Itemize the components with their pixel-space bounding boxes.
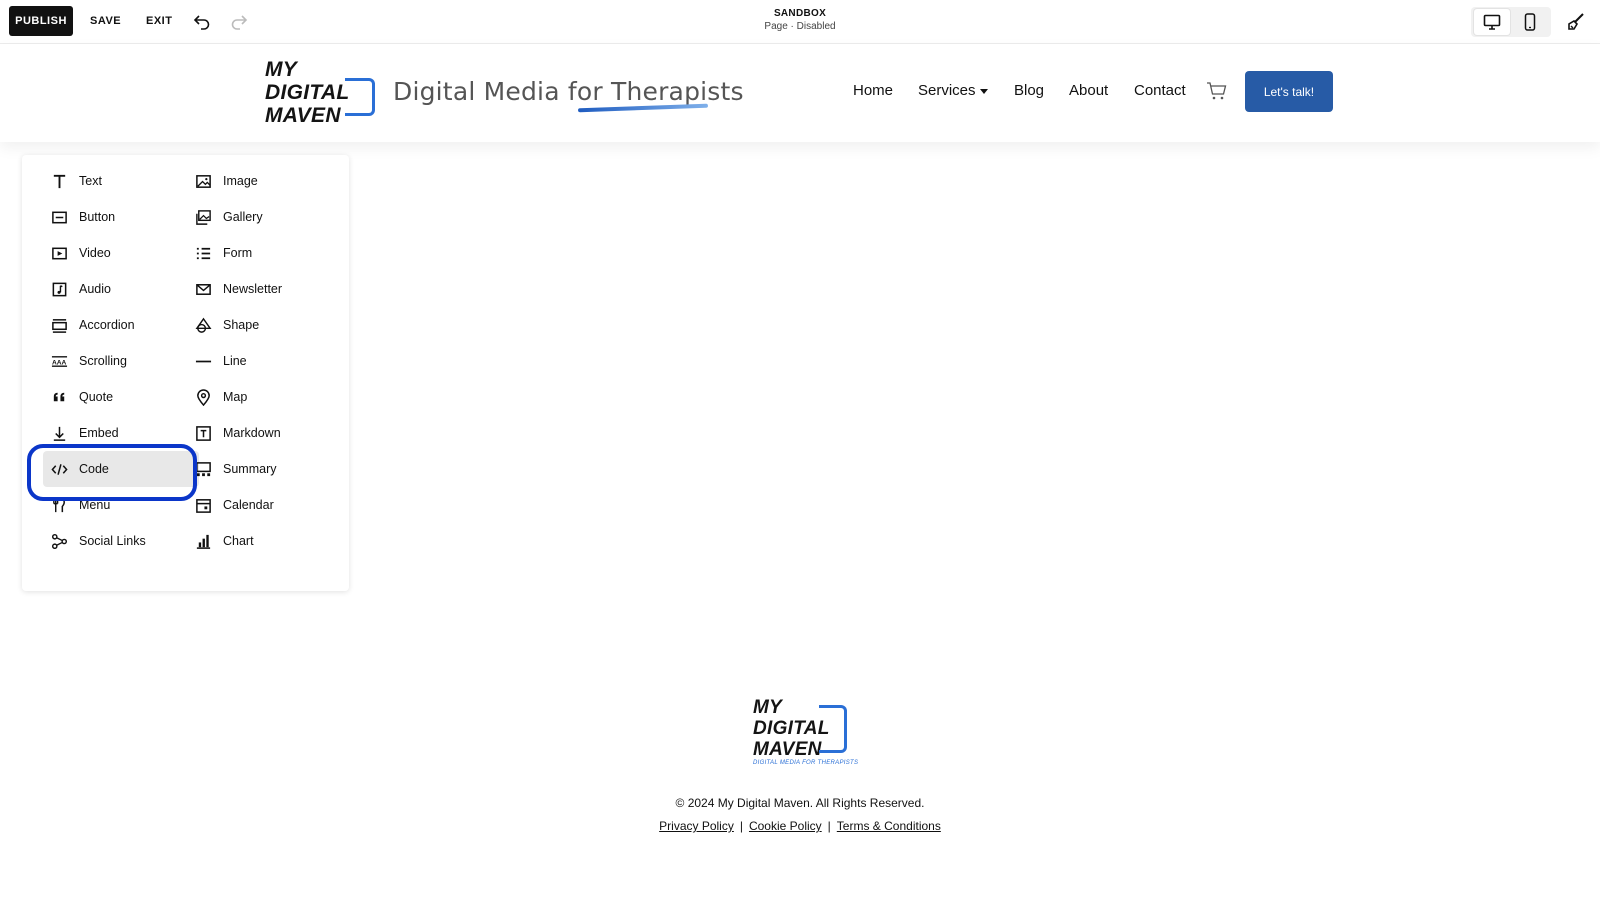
gallery-icon [193, 207, 213, 227]
block-form[interactable]: Form [193, 235, 343, 271]
block-audio[interactable]: Audio [49, 271, 199, 307]
social-links-icon [49, 531, 69, 551]
nav-services[interactable]: Services [918, 82, 988, 99]
block-label: Quote [79, 390, 114, 404]
caret-down-icon [979, 88, 988, 94]
block-label: Chart [223, 534, 254, 548]
footer-logo[interactable]: MY DIGITAL MAVEN DIGITAL MEDIA FOR THERA… [753, 697, 858, 769]
block-label: Summary [223, 462, 277, 476]
site-name: SANDBOX [773, 8, 827, 19]
block-image[interactable]: Image [193, 163, 343, 199]
footer-separator: | [739, 819, 743, 833]
footer-logo-subtitle: DIGITAL MEDIA FOR THERAPISTS [753, 760, 859, 766]
block-chart[interactable]: Chart [193, 523, 343, 559]
form-icon [193, 243, 213, 263]
cart-icon[interactable] [1206, 81, 1228, 101]
block-map[interactable]: Map [193, 379, 343, 415]
button-icon [49, 207, 69, 227]
map-icon [193, 387, 213, 407]
block-label: Accordion [79, 318, 135, 332]
nav-services-label: Services [918, 82, 976, 99]
block-shape[interactable]: Shape [193, 307, 343, 343]
block-calendar[interactable]: Calendar [193, 487, 343, 523]
block-video[interactable]: Video [49, 235, 199, 271]
add-block-menu: Text Button Video Audio Accordion AAA Sc… [22, 155, 349, 591]
footer-separator: | [827, 819, 831, 833]
block-button[interactable]: Button [49, 199, 199, 235]
site-status: SANDBOX Page · Disabled [700, 8, 900, 32]
markdown-icon [193, 423, 213, 443]
block-label: Gallery [223, 210, 263, 224]
block-newsletter[interactable]: Newsletter [193, 271, 343, 307]
block-label: Audio [79, 282, 111, 296]
nav-contact[interactable]: Contact [1134, 82, 1186, 99]
quote-icon [49, 387, 69, 407]
text-icon [49, 171, 69, 191]
save-button[interactable]: SAVE [90, 6, 121, 36]
shape-icon [193, 315, 213, 335]
cta-button[interactable]: Let's talk! [1245, 71, 1333, 112]
calendar-icon [193, 495, 213, 515]
privacy-policy-link[interactable]: Privacy Policy [659, 819, 734, 833]
block-label: Image [223, 174, 258, 188]
redo-icon[interactable] [228, 10, 250, 32]
nav-home[interactable]: Home [853, 82, 893, 99]
footer-logo-bracket-mark [819, 705, 847, 753]
block-label: Calendar [223, 498, 274, 512]
block-label: Map [223, 390, 248, 404]
block-quote[interactable]: Quote [49, 379, 199, 415]
mobile-icon[interactable] [1512, 9, 1548, 35]
paint-brush-icon[interactable] [1564, 10, 1588, 34]
block-social-links[interactable]: Social Links [49, 523, 199, 559]
block-scrolling[interactable]: AAA Scrolling [49, 343, 199, 379]
accordion-icon [49, 315, 69, 335]
block-label: Scrolling [79, 354, 127, 368]
block-gallery[interactable]: Gallery [193, 199, 343, 235]
block-label: Button [79, 210, 116, 224]
video-icon [49, 243, 69, 263]
site-header: MY DIGITAL MAVEN Digital Media for Thera… [0, 44, 1600, 142]
desktop-icon[interactable] [1474, 9, 1510, 35]
selection-highlight-ring [27, 444, 197, 501]
block-label: Embed [79, 426, 119, 440]
audio-icon [49, 279, 69, 299]
chart-icon [193, 531, 213, 551]
nav-about[interactable]: About [1069, 82, 1108, 99]
block-markdown[interactable]: Markdown [193, 415, 343, 451]
block-label: Newsletter [223, 282, 283, 296]
block-label: Markdown [223, 426, 281, 440]
block-label: Social Links [79, 534, 146, 548]
svg-text:AAA: AAA [51, 359, 66, 366]
block-label: Form [223, 246, 253, 260]
block-summary[interactable]: Summary [193, 451, 343, 487]
embed-icon [49, 423, 69, 443]
publish-button[interactable]: PUBLISH [9, 6, 73, 36]
page-state: Page · Disabled [764, 21, 836, 32]
footer-links: Privacy Policy | Cookie Policy | Terms & Con… [0, 819, 1600, 833]
scrolling-icon: AAA [49, 351, 69, 371]
block-label: Line [223, 354, 247, 368]
newsletter-icon [193, 279, 213, 299]
copyright-text: © 2024 My Digital Maven. All Rights Rese… [675, 796, 925, 810]
block-label: Video [79, 246, 111, 260]
undo-icon[interactable] [191, 10, 213, 32]
block-label: Text [79, 174, 102, 188]
device-toggle [1471, 7, 1551, 37]
block-label: Shape [223, 318, 260, 332]
main-navigation: Home Services Blog About Contact [0, 82, 1600, 102]
nav-blog[interactable]: Blog [1014, 82, 1044, 99]
line-icon [193, 351, 213, 371]
block-accordion[interactable]: Accordion [49, 307, 199, 343]
block-text[interactable]: Text [49, 163, 199, 199]
terms-conditions-link[interactable]: Terms & Conditions [837, 819, 941, 833]
cookie-policy-link[interactable]: Cookie Policy [749, 819, 822, 833]
block-line[interactable]: Line [193, 343, 343, 379]
editor-toolbar: PUBLISH SAVE EXIT SANDBOX Page · Disable… [0, 0, 1600, 44]
image-icon [193, 171, 213, 191]
exit-button[interactable]: EXIT [146, 6, 172, 36]
